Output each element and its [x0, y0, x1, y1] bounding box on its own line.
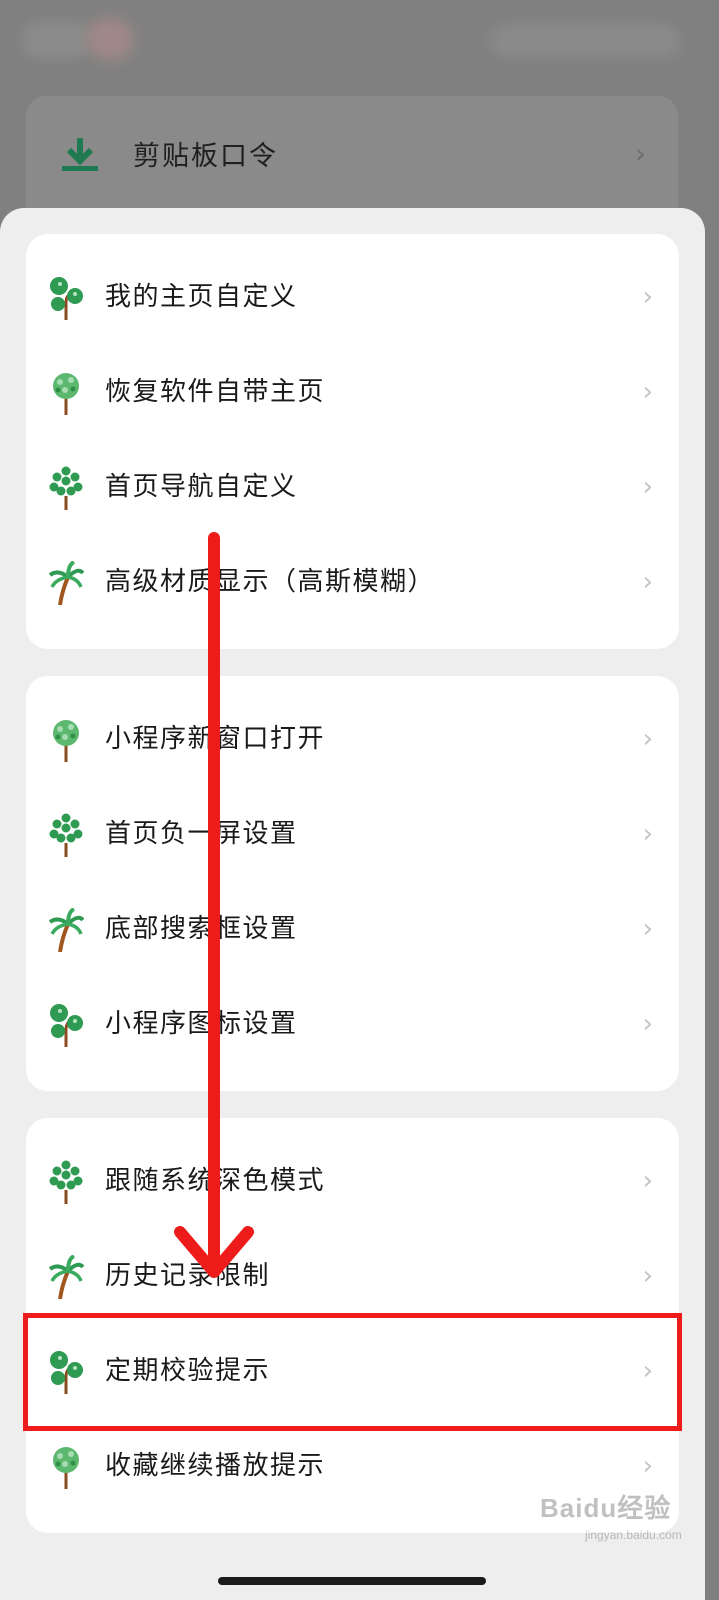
- tree-bushy-icon: [48, 718, 84, 762]
- settings-item-label: 首页负一屏设置: [105, 819, 298, 849]
- chevron-right-icon: ›: [642, 1166, 653, 1196]
- settings-item[interactable]: 首页导航自定义 ›: [26, 440, 679, 535]
- settings-group-3: 跟随系统深色模式 › 历史记录限制 › 定期校验提示 › 收藏继续播放提示 ›: [26, 1118, 679, 1533]
- chevron-right-icon: ›: [642, 914, 653, 944]
- settings-bottom-sheet: 我的主页自定义 › 恢复软件自带主页 › 首页导航自定义 › 高级材质显示（高斯模糊）…: [0, 208, 705, 1600]
- tree-round-icon: [48, 276, 84, 320]
- settings-group-1: 我的主页自定义 › 恢复软件自带主页 › 首页导航自定义 › 高级材质显示（高斯模糊）…: [26, 234, 679, 649]
- settings-item[interactable]: 小程序新窗口打开 ›: [26, 692, 679, 787]
- chevron-right-icon: ›: [642, 724, 653, 754]
- tree-dotted-icon: [48, 1160, 84, 1204]
- watermark-url: jingyan.baidu.com: [585, 1528, 682, 1542]
- settings-item[interactable]: 恢复软件自带主页 ›: [26, 345, 679, 440]
- download-icon: [62, 138, 98, 171]
- settings-item[interactable]: 小程序图标设置 ›: [26, 977, 679, 1072]
- settings-item-label: 历史记录限制: [105, 1261, 271, 1291]
- palm-tree-icon: [48, 907, 85, 953]
- tree-round-icon: [48, 1350, 84, 1394]
- settings-item[interactable]: 首页负一屏设置 ›: [26, 787, 679, 882]
- settings-item-label: 首页导航自定义: [105, 472, 298, 502]
- chevron-right-icon: ›: [642, 282, 653, 312]
- tree-dotted-icon: [48, 813, 84, 857]
- settings-group-2: 小程序新窗口打开 › 首页负一屏设置 › 底部搜索框设置 › 小程序图标设置 ›: [26, 676, 679, 1091]
- settings-item-label: 小程序图标设置: [105, 1009, 298, 1039]
- settings-item[interactable]: 我的主页自定义 ›: [26, 250, 679, 345]
- watermark: Baidu经验: [540, 1493, 672, 1523]
- settings-item-label: 恢复软件自带主页: [105, 377, 326, 407]
- settings-item-label: 收藏继续播放提示: [105, 1451, 326, 1481]
- chevron-right-icon: ›: [642, 1356, 653, 1386]
- palm-tree-icon: [48, 560, 85, 606]
- clipboard-row-label: 剪贴板口令: [133, 140, 278, 172]
- settings-item[interactable]: 定期校验提示 ›: [26, 1324, 679, 1419]
- settings-item-label: 定期校验提示: [105, 1356, 271, 1386]
- chevron-right-icon: ›: [642, 819, 653, 849]
- tree-round-icon: [48, 1003, 84, 1047]
- chevron-right-icon: ›: [642, 377, 653, 407]
- palm-tree-icon: [48, 1254, 85, 1300]
- settings-item-label: 小程序新窗口打开: [105, 724, 326, 754]
- clipboard-row: 剪贴板口令 ›: [26, 110, 678, 196]
- settings-item[interactable]: 底部搜索框设置 ›: [26, 882, 679, 977]
- tree-dotted-icon: [48, 466, 84, 510]
- chevron-right-icon: ›: [642, 1261, 653, 1291]
- settings-item[interactable]: 高级材质显示（高斯模糊） ›: [26, 535, 679, 630]
- settings-item-label: 底部搜索框设置: [105, 914, 298, 944]
- settings-item[interactable]: 历史记录限制 ›: [26, 1229, 679, 1324]
- blurred-back-button: [22, 22, 92, 58]
- settings-item-label: 高级材质显示（高斯模糊）: [105, 567, 436, 597]
- chevron-right-icon: ›: [642, 567, 653, 597]
- home-indicator[interactable]: [218, 1577, 486, 1585]
- blurred-header-action: [490, 24, 680, 58]
- chevron-right-icon: ›: [642, 1009, 653, 1039]
- chevron-right-icon: ›: [634, 136, 646, 170]
- blurred-avatar: [86, 18, 134, 60]
- tree-bushy-icon: [48, 371, 84, 415]
- settings-item-label: 我的主页自定义: [105, 282, 298, 312]
- chevron-right-icon: ›: [642, 472, 653, 502]
- settings-item[interactable]: 跟随系统深色模式 ›: [26, 1134, 679, 1229]
- settings-item-label: 跟随系统深色模式: [105, 1166, 326, 1196]
- tree-bushy-icon: [48, 1445, 84, 1489]
